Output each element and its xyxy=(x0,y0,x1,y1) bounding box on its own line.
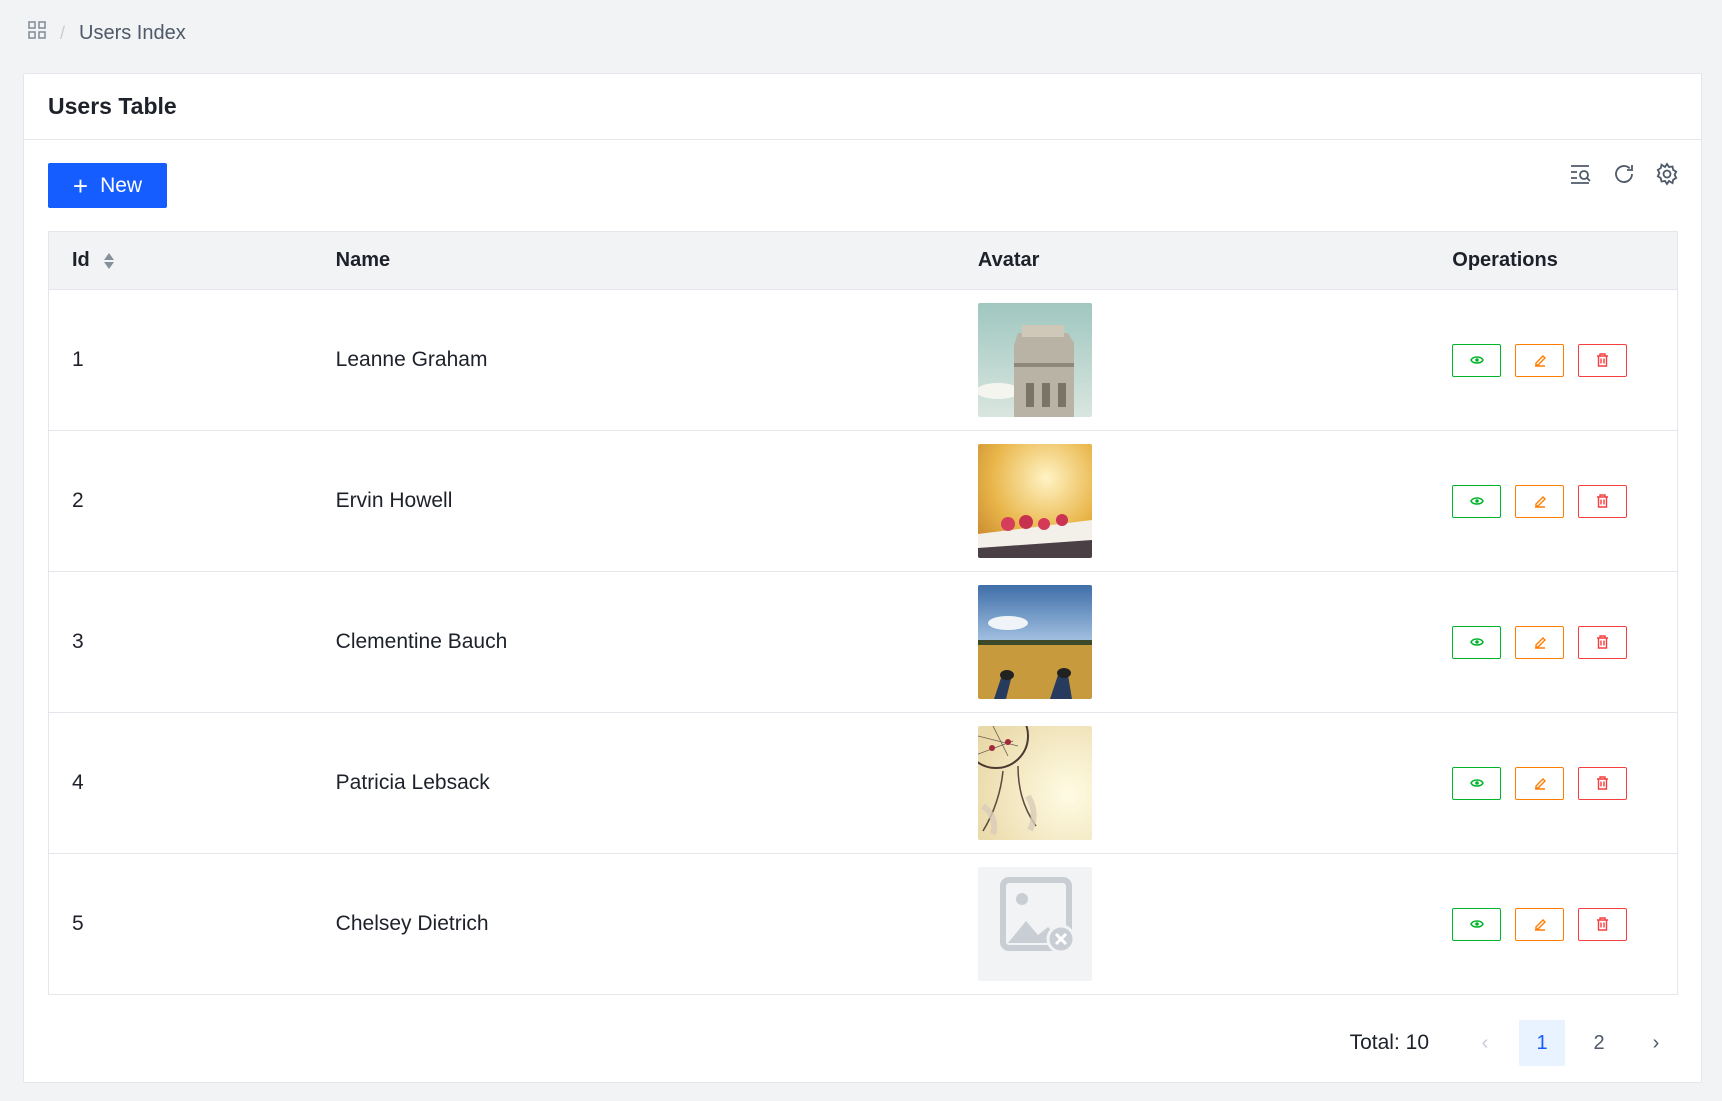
cell-name: Chelsey Dietrich xyxy=(335,912,489,935)
delete-button[interactable] xyxy=(1578,766,1628,800)
pagination: Total: 10 ‹ 1 2 › xyxy=(1350,1020,1679,1066)
avatar-image xyxy=(977,726,1092,840)
edit-button[interactable] xyxy=(1515,343,1565,377)
users-table: Id Name Avatar Operations 1 Leanne Graha… xyxy=(48,231,1678,995)
table-header: Id Name Avatar Operations xyxy=(49,232,1677,290)
cell-name: Ervin Howell xyxy=(335,489,453,512)
cell-name: Patricia Lebsack xyxy=(335,771,490,794)
edit-button[interactable] xyxy=(1515,625,1565,659)
sort-icon[interactable] xyxy=(103,252,114,269)
cell-id: 2 xyxy=(72,489,84,512)
new-button[interactable]: + New xyxy=(48,163,167,208)
cell-name: Clementine Bauch xyxy=(335,630,508,653)
delete-button[interactable] xyxy=(1578,907,1628,941)
next-page-icon[interactable]: › xyxy=(1633,1020,1679,1066)
column-header-id[interactable]: Id xyxy=(49,249,336,272)
page-button-1[interactable]: 1 xyxy=(1519,1020,1565,1066)
table-row: 3 Clementine Bauch xyxy=(49,572,1677,713)
users-card: Users Table + New Id Name Avatar Operati… xyxy=(23,73,1702,1083)
prev-page-icon[interactable]: ‹ xyxy=(1462,1020,1508,1066)
cell-id: 1 xyxy=(72,348,84,371)
view-button[interactable] xyxy=(1452,625,1502,659)
breadcrumb-separator: / xyxy=(60,22,66,43)
settings-icon[interactable] xyxy=(1655,162,1679,186)
avatar-image xyxy=(977,585,1092,699)
edit-button[interactable] xyxy=(1515,907,1565,941)
pagination-total: Total: 10 xyxy=(1349,1031,1429,1054)
table-row: 1 Leanne Graham xyxy=(49,290,1677,431)
table-row: 2 Ervin Howell xyxy=(49,431,1677,572)
breadcrumb-current: Users Index xyxy=(79,21,186,44)
table-row: 5 Chelsey Dietrich xyxy=(49,854,1677,995)
table-row: 4 Patricia Lebsack xyxy=(49,713,1677,854)
column-header-avatar: Avatar xyxy=(977,249,1040,271)
card-title: Users Table xyxy=(24,74,1701,140)
page-button-2[interactable]: 2 xyxy=(1576,1020,1622,1066)
cell-id: 4 xyxy=(72,771,84,794)
delete-button[interactable] xyxy=(1578,343,1628,377)
column-header-name: Name xyxy=(335,249,391,271)
cell-id: 5 xyxy=(72,912,84,935)
delete-button[interactable] xyxy=(1578,625,1628,659)
breadcrumb: / Users Index xyxy=(28,18,186,48)
cell-name: Leanne Graham xyxy=(335,348,488,371)
new-button-label: New xyxy=(100,173,143,197)
column-header-operations: Operations xyxy=(1452,249,1558,271)
apps-grid-icon[interactable] xyxy=(28,21,46,45)
view-button[interactable] xyxy=(1452,343,1502,377)
view-button[interactable] xyxy=(1452,484,1502,518)
cell-id: 3 xyxy=(72,630,84,653)
refresh-icon[interactable] xyxy=(1612,162,1636,186)
plus-icon: + xyxy=(72,170,89,201)
delete-button[interactable] xyxy=(1578,484,1628,518)
view-button[interactable] xyxy=(1452,766,1502,800)
avatar-image xyxy=(977,444,1092,558)
image-broken-placeholder-icon xyxy=(977,867,1092,981)
avatar-image xyxy=(977,303,1092,417)
table-search-icon[interactable] xyxy=(1569,162,1593,186)
edit-button[interactable] xyxy=(1515,484,1565,518)
view-button[interactable] xyxy=(1452,907,1502,941)
edit-button[interactable] xyxy=(1515,766,1565,800)
toolbar: + New xyxy=(24,140,1701,232)
